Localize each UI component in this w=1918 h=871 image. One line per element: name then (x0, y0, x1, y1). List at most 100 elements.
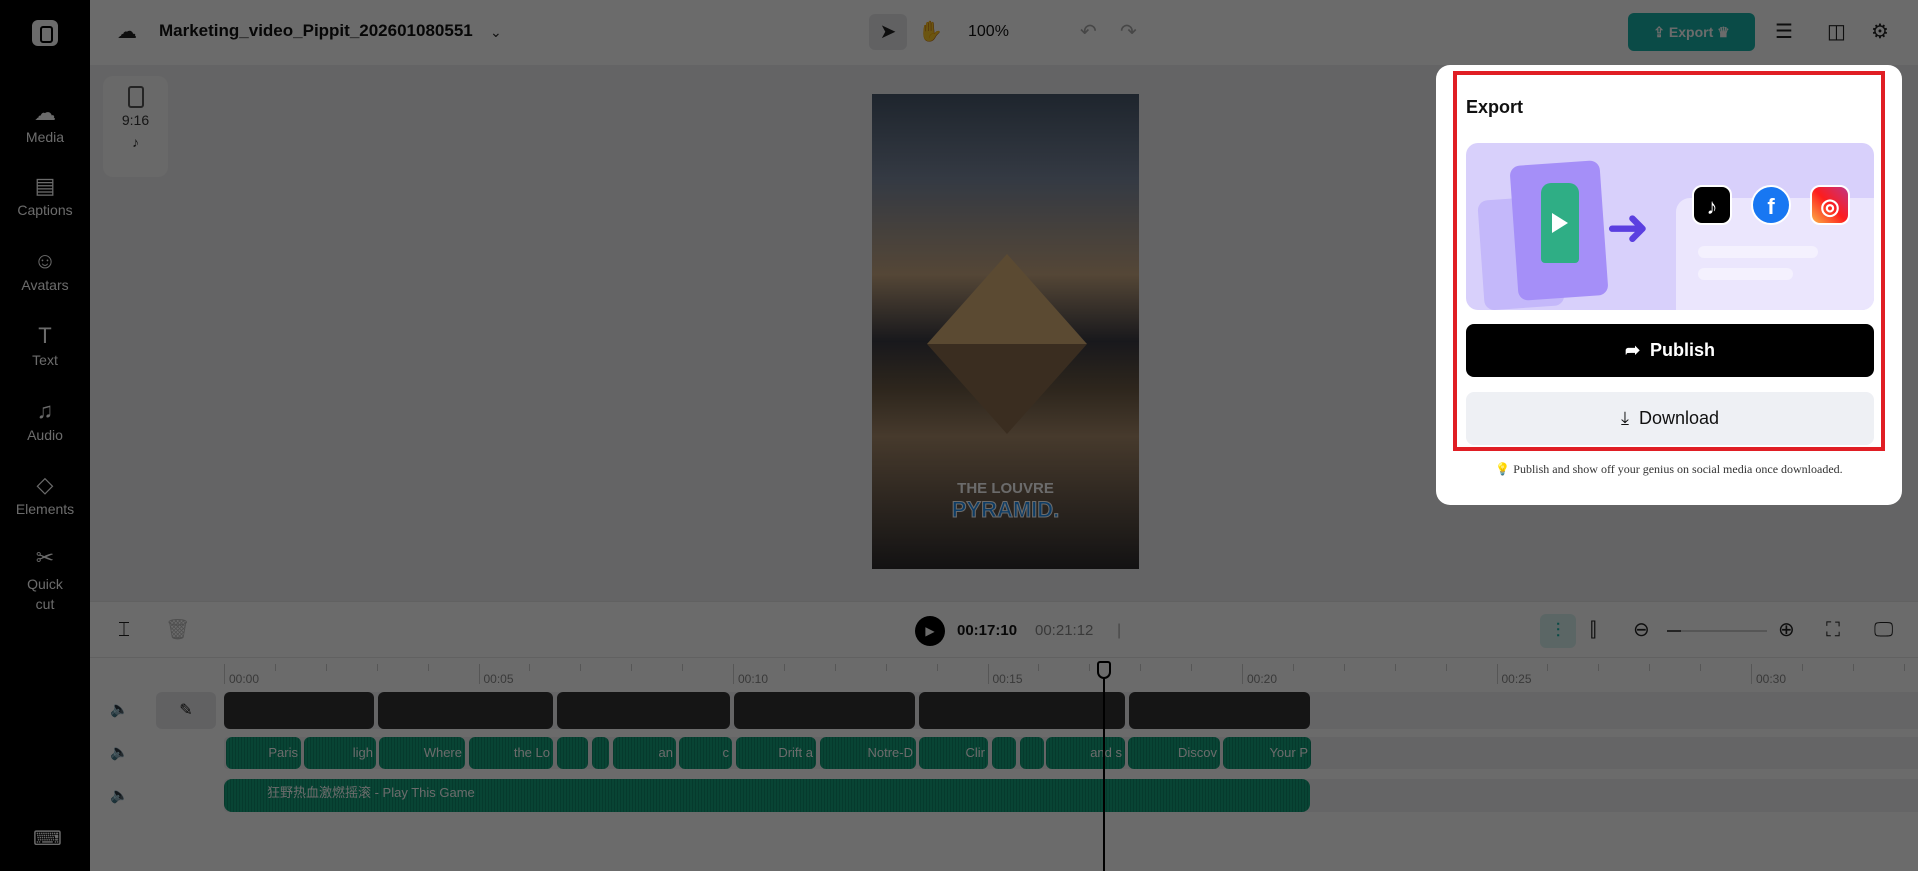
video-clip[interactable] (734, 692, 915, 729)
caption-clip[interactable]: Clir (919, 737, 988, 769)
zoom-in-icon[interactable]: ⊕ (1778, 618, 1795, 642)
sidebar-item-label: Media (25, 129, 65, 145)
ruler-tick (1343, 664, 1345, 671)
sidebar: ☁ Media ▤ Captions ☺ Avatars T Text ♫ Audio ◇ Eleme… (0, 0, 90, 871)
video-preview[interactable]: THE LOUVRE PYRAMID. (872, 94, 1139, 569)
caption-clip[interactable]: the Lo (469, 737, 553, 769)
caption-clip[interactable]: Paris (226, 737, 301, 769)
tiktok-icon: ♪ (1692, 185, 1732, 225)
sidebar-item-quick-cut[interactable]: ✂ Quick cut (0, 545, 90, 614)
caption-clip[interactable] (557, 737, 588, 769)
ruler-tick (274, 664, 276, 671)
caption-clip[interactable]: ligh (304, 737, 376, 769)
edit-cover-icon[interactable]: ✎ (156, 692, 216, 729)
redo-icon[interactable]: ↷ (1120, 20, 1137, 44)
select-tool-icon[interactable]: ➤ (869, 14, 907, 50)
share-icon: ➦ (1624, 340, 1641, 360)
panel-layout-icon[interactable]: ◫ (1827, 20, 1846, 44)
trash-icon[interactable]: 🗑 (165, 618, 190, 642)
caption-clip[interactable]: an (613, 737, 676, 769)
sidebar-item-media[interactable]: ☁ Media (0, 100, 90, 145)
scissors-icon: ✂ (35, 545, 55, 570)
app-logo[interactable] (32, 20, 58, 46)
ruler-label: 00:20 (1247, 672, 1278, 686)
ruler-tick (580, 664, 582, 671)
playhead[interactable] (1103, 661, 1105, 871)
ruler-tick (1242, 664, 1243, 684)
fit-screen-icon[interactable]: ⛶ (1826, 618, 1840, 642)
timeline: ⌶ 🗑 ▶ 00:17:10 | 00:21:12 ⫶ ⫿ ⊖ ⊕ ⛶ 🖵 00… (90, 601, 1918, 871)
zoom-out-icon[interactable]: ⊖ (1633, 618, 1650, 642)
download-icon: ⤓ (1620, 408, 1629, 428)
sidebar-item-label: Avatars (21, 277, 69, 293)
volume-icon[interactable]: 🔈 (110, 700, 129, 718)
aspect-ratio-label: 9:16 (121, 112, 150, 128)
sidebar-item-avatars[interactable]: ☺ Avatars (0, 248, 90, 293)
project-title[interactable]: Marketing_video_Pippit_202601080551 (159, 21, 473, 41)
zoom-select[interactable]: 100% (968, 23, 1009, 41)
ruler-tick (1496, 664, 1498, 684)
publish-button[interactable]: ➦ Publish (1466, 324, 1874, 377)
preview-monitor-icon[interactable]: 🖵 (1874, 618, 1893, 642)
caption-clip[interactable]: Drift a (736, 737, 816, 769)
ruler-tick (427, 664, 429, 671)
undo-icon[interactable]: ↶ (1080, 20, 1097, 44)
caption-clip[interactable]: Notre-D (820, 737, 916, 769)
settings-icon[interactable]: ⚙ (1871, 20, 1889, 44)
volume-icon[interactable]: 🔈 (110, 786, 129, 804)
ruler-tick (1445, 664, 1447, 671)
caption-clip[interactable] (1020, 737, 1044, 769)
magnet-snap-icon[interactable]: ⫶ (1540, 614, 1576, 648)
hand-tool-icon[interactable]: ✋ (918, 20, 943, 44)
ruler-label: 00:00 (229, 672, 260, 686)
caption-clip[interactable] (592, 737, 609, 769)
export-button[interactable]: ⇪ Export ♛ (1628, 13, 1755, 51)
volume-icon[interactable]: 🔈 (110, 743, 129, 761)
video-clip[interactable] (919, 692, 1125, 729)
caption-line-2: PYRAMID. (951, 497, 1060, 523)
export-hint: 💡 Publish and show off your genius on so… (1436, 462, 1902, 477)
ruler-tick (682, 664, 684, 671)
timeline-toolbar: ⌶ 🗑 ▶ 00:17:10 | 00:21:12 ⫶ ⫿ ⊖ ⊕ ⛶ 🖵 (90, 602, 1918, 658)
video-clip[interactable] (1129, 692, 1310, 729)
caption-clip[interactable]: c (679, 737, 732, 769)
sidebar-item-audio[interactable]: ♫ Audio (0, 398, 90, 443)
download-button[interactable]: ⤓ Download (1466, 392, 1874, 445)
sidebar-item-captions[interactable]: ▤ Captions (0, 173, 90, 218)
keyboard-icon[interactable]: ⌨ (33, 826, 62, 851)
video-clip[interactable] (378, 692, 553, 729)
layers-icon[interactable]: ☰ (1775, 20, 1793, 44)
sidebar-item-elements[interactable]: ◇ Elements (0, 472, 90, 517)
ruler-tick (1649, 664, 1651, 671)
ruler-tick (529, 664, 531, 671)
zoom-slider[interactable] (1667, 630, 1767, 632)
publish-illustration: ➜ ♪ f ◎ (1466, 143, 1874, 310)
video-clip[interactable] (224, 692, 374, 729)
tiktok-icon: ♪ (132, 134, 139, 150)
placeholder-bar (1698, 246, 1818, 258)
download-label: Download (1638, 408, 1720, 428)
audio-clip[interactable]: 狂野热血激燃摇滚 - Play This Game (224, 779, 1310, 812)
text-icon: T (38, 323, 52, 348)
split-icon[interactable]: ⌶ (118, 618, 130, 642)
split-center-icon[interactable]: ⫿ (1590, 618, 1596, 642)
ruler-tick (834, 664, 836, 671)
sidebar-item-text[interactable]: T Text (0, 323, 90, 368)
sidebar-item-label: Text (32, 352, 58, 368)
facebook-icon: f (1751, 185, 1791, 225)
ruler-tick (1292, 664, 1294, 671)
play-button[interactable]: ▶ (915, 616, 945, 646)
chevron-down-icon[interactable]: ⌄ (490, 20, 502, 44)
caption-clip[interactable] (992, 737, 1016, 769)
playhead-handle[interactable] (1097, 661, 1111, 679)
ruler-tick (1700, 664, 1702, 671)
caption-clip[interactable]: Your P (1223, 737, 1311, 769)
video-clip[interactable] (557, 692, 730, 729)
pyramid-reflection (927, 344, 1087, 434)
export-label: Export (1668, 24, 1714, 40)
ruler-tick (376, 664, 378, 671)
aspect-ratio-card[interactable]: 9:16 ♪ (103, 76, 168, 177)
caption-clip[interactable]: Where (379, 737, 465, 769)
caption-clip[interactable]: and s (1046, 737, 1125, 769)
caption-clip[interactable]: Discov (1128, 737, 1220, 769)
